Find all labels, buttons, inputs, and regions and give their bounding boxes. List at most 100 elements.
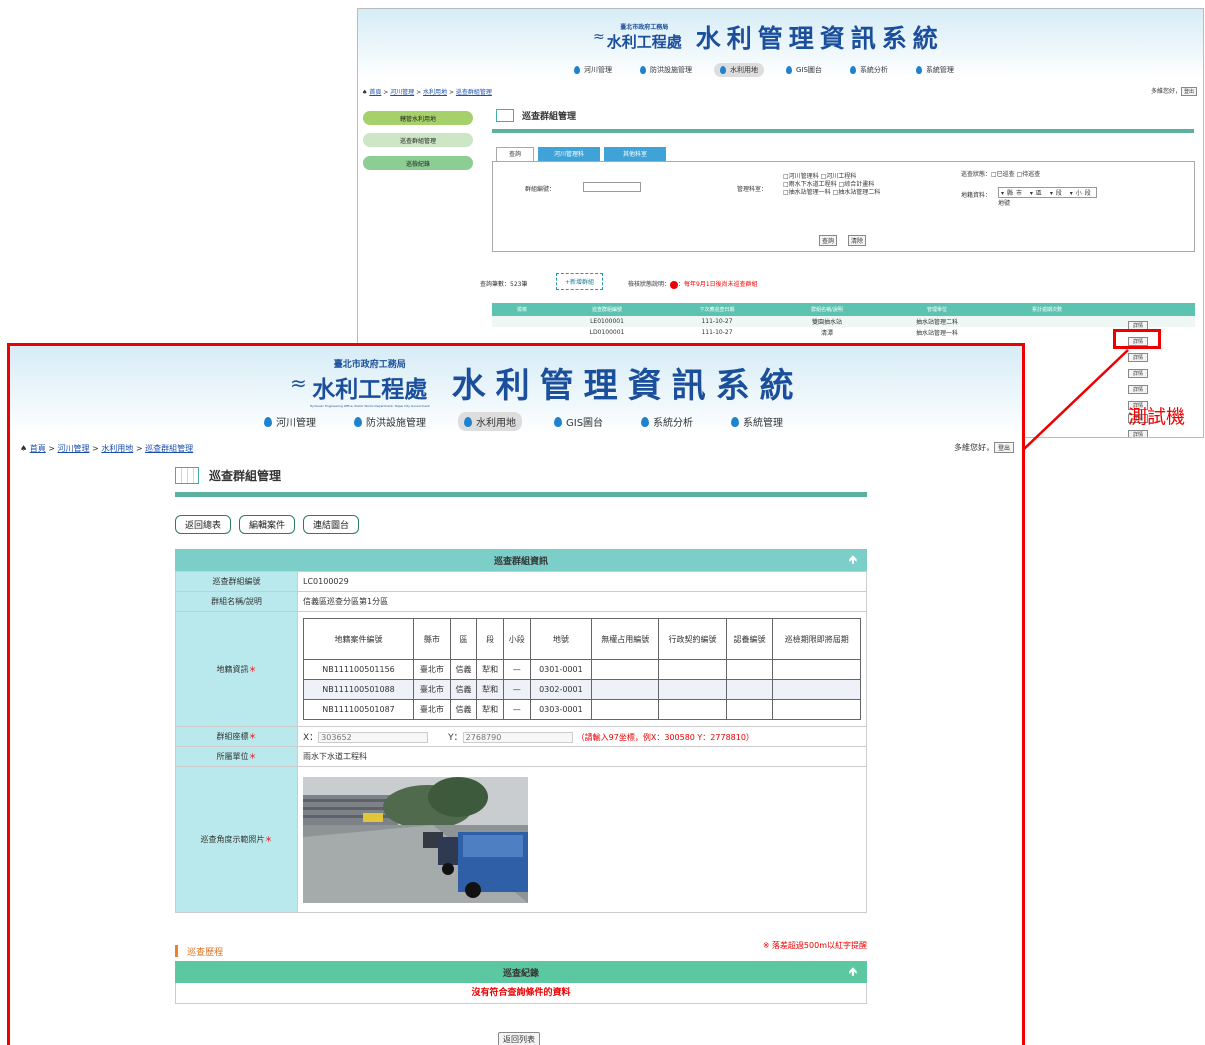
nav-item-1[interactable]: 防洪設施管理 — [348, 412, 432, 431]
coord-y-input[interactable]: 2768790 — [462, 732, 573, 743]
coord-x-input[interactable]: 303652 — [318, 732, 429, 743]
nav-label: 河川管理 — [276, 418, 316, 429]
land-cell: — — [502, 659, 531, 680]
land-cell — [591, 699, 660, 720]
home-icon: ♠ — [20, 444, 28, 453]
land-col-header: 認養編號 — [725, 618, 774, 660]
group-info-title: 巡查群組資訊 🡹 — [175, 549, 867, 571]
water-drop-icon — [641, 416, 650, 427]
land-table: 地籍案件編號 縣市區段小段 地號 無權占用編號 行政契約編號 認養編號 巡檢期限即將屆期 N… — [303, 618, 861, 720]
crumb-home[interactable]: 首頁 — [30, 444, 46, 453]
land-col-header: 小段 — [502, 618, 531, 660]
wave-icon: ≈ — [290, 370, 307, 395]
land-cell — [725, 659, 774, 680]
land-col-header: 行政契約編號 — [658, 618, 727, 660]
water-drop-icon — [464, 416, 472, 427]
collapse-icon[interactable]: 🡹 — [847, 552, 859, 567]
water-drop-icon — [354, 416, 362, 427]
land-row: NB111100501087 臺北市 信義 犁和 —0303-0001 — [303, 699, 861, 720]
land-row: NB111100501156 臺北市 信義 犁和 —0301-0001 — [303, 659, 861, 680]
land-cell — [725, 699, 774, 720]
nav-label: GIS圖台 — [566, 418, 604, 429]
nav-item-4[interactable]: 系統分析 — [635, 412, 699, 431]
land-cell: 信義 — [449, 679, 478, 700]
edit-case-button[interactable]: 編輯案件 — [239, 515, 296, 534]
record-panel: 巡查紀錄 🡹 沒有符合查詢條件的資料 — [175, 961, 867, 1004]
land-cell: 0303-0001 — [529, 699, 593, 720]
land-cell: 信義 — [449, 659, 478, 680]
no-data-message: 沒有符合查詢條件的資料 — [175, 983, 867, 1004]
logout-button[interactable]: 登出 — [993, 442, 1014, 453]
group-no-value: LC0100029 — [297, 571, 867, 592]
land-cell: NB111100501087 — [303, 699, 414, 720]
land-cell — [772, 679, 861, 700]
page-title: 巡查群組管理 — [175, 467, 281, 484]
return-list-button[interactable]: 返回列表 — [498, 1032, 540, 1045]
crumb-current[interactable]: 巡查群組管理 — [145, 444, 193, 453]
nav-item-3[interactable]: GIS圖台 — [548, 412, 609, 431]
link-map-button[interactable]: 連結圖台 — [303, 515, 360, 534]
org-name-line1: 臺北市政府工務局 — [333, 360, 406, 370]
nav-item-0[interactable]: 河川管理 — [258, 412, 322, 431]
history-note: ※ 落差超過500m以紅字提醒 — [762, 941, 867, 950]
land-cell: 犁和 — [476, 659, 504, 680]
land-cell: NB111100501088 — [303, 679, 414, 700]
logo: ≈ 臺北市政府工務局 水利工程處 Hydraulic Engineering Off… — [290, 357, 804, 408]
land-cell — [591, 679, 660, 700]
inspection-photo — [303, 776, 528, 903]
main-nav: 河川管理 防洪設施管理 水利用地 GIS圖台 系統分析 系統管理 — [258, 412, 815, 431]
land-col-header: 地籍案件編號 — [303, 618, 414, 660]
land-col-header: 地號 — [529, 618, 593, 660]
land-cell: 0301-0001 — [529, 659, 593, 680]
coord-hint: （請輸入97坐標，例X：300580 Y：2778810） — [576, 733, 754, 742]
land-col-header: 縣市 — [413, 618, 451, 660]
land-cell — [772, 659, 861, 680]
land-cell: — — [502, 699, 531, 720]
unit-value: 雨水下水道工程科 — [297, 746, 867, 767]
land-cell: 臺北市 — [413, 659, 451, 680]
user-greeting: 多維您好， 登出 — [954, 442, 1014, 453]
land-cell: 犁和 — [476, 699, 504, 720]
crumb-river[interactable]: 河川管理 — [58, 444, 90, 453]
land-row: NB111100501088 臺北市 信義 犁和 —0302-0001 — [303, 679, 861, 700]
header: ≈ 臺北市政府工務局 水利工程處 Hydraulic Engineering Off… — [10, 346, 1022, 436]
history-section: 巡查歷程 ※ 落差超過500m以紅字提醒 — [175, 940, 867, 958]
action-buttons: 返回總表 編輯案件 連結圖台 — [175, 515, 367, 534]
land-col-header: 區 — [449, 618, 478, 660]
nav-label: 系統管理 — [743, 418, 784, 429]
land-col-header: 巡檢期限即將屆期 — [772, 618, 861, 660]
group-name-value: 信義區巡查分區第1分區 — [297, 591, 867, 612]
nav-item-5[interactable]: 系統管理 — [725, 412, 789, 431]
nav-label: 系統分析 — [653, 418, 694, 429]
nav-label: 水利用地 — [476, 418, 516, 429]
breadcrumb: ♠ 首頁 > 河川管理 > 水利用地 > 巡查群組管理 — [20, 444, 194, 453]
label-coord: 群組座標＊ — [175, 726, 298, 747]
land-cell: 臺北市 — [413, 699, 451, 720]
back-to-list-button[interactable]: 返回總表 — [175, 515, 232, 534]
land-cell: 0302-0001 — [529, 679, 593, 700]
land-cell — [725, 679, 774, 700]
nav-label: 防洪設施管理 — [366, 418, 426, 429]
water-drop-icon — [731, 416, 740, 427]
app-title: 水利管理資訊系統 — [451, 366, 804, 406]
history-title: 巡查歷程 — [187, 948, 224, 958]
collapse-icon[interactable]: 🡹 — [847, 964, 859, 979]
label-photo: 巡查角度示範照片＊ — [175, 766, 298, 913]
org-name-line2: 水利工程處 — [312, 376, 428, 403]
land-cell: NB111100501156 — [303, 659, 414, 680]
nav-item-2[interactable]: 水利用地 — [458, 412, 522, 431]
land-cell: — — [502, 679, 531, 700]
crumb-land[interactable]: 水利用地 — [101, 444, 133, 453]
land-cell — [658, 659, 727, 680]
land-cell: 信義 — [449, 699, 478, 720]
book-icon — [175, 467, 199, 484]
label-group-no: 巡查群組編號 — [175, 571, 298, 592]
land-cell — [658, 679, 727, 700]
land-cell: 臺北市 — [413, 679, 451, 700]
land-cell — [591, 659, 660, 680]
label-group-name: 群組名稱/說明 — [175, 591, 298, 612]
land-col-header: 無權占用編號 — [591, 618, 660, 660]
land-cell — [658, 699, 727, 720]
land-cell: 犁和 — [476, 679, 504, 700]
foreground-window: ≈ 臺北市政府工務局 水利工程處 Hydraulic Engineering Off… — [7, 343, 1025, 1045]
